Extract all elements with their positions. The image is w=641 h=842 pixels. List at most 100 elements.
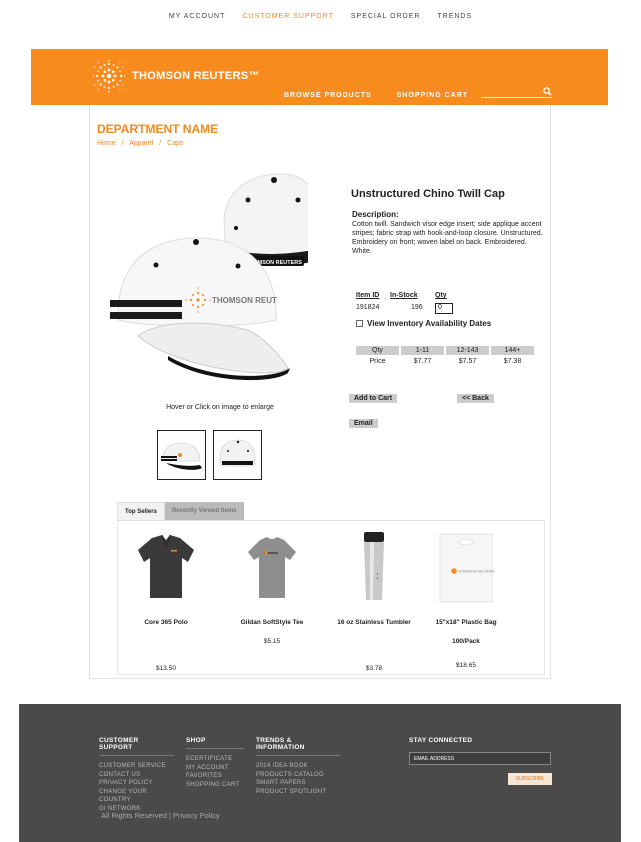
footer-link[interactable]: PRODUCTS CATALOG: [256, 771, 341, 780]
qty-header: Qty: [435, 292, 447, 299]
footer-col-shop: SHOP ECERTIFICATE MY ACCOUNT FAVORITES S…: [186, 737, 244, 789]
item-name: 15"x18" Plastic Bag: [435, 619, 497, 626]
in-stock-header: In-Stock: [390, 292, 418, 299]
svg-text:✦ ✦: ✦ ✦: [375, 572, 380, 580]
add-to-cart-button[interactable]: Add to Cart: [349, 394, 398, 403]
subscribe-button[interactable]: SUBSCRIBE: [508, 773, 552, 785]
tab-recently-viewed[interactable]: Recently Viewed Items: [164, 502, 244, 520]
nav-browse-products[interactable]: BROWSE PRODUCTS: [284, 92, 372, 99]
description-label: Description:: [352, 210, 399, 219]
footer-link[interactable]: CONTACT US: [99, 771, 174, 780]
back-button[interactable]: << Back: [457, 394, 494, 403]
breadcrumb-caps[interactable]: Caps: [167, 140, 183, 147]
footer-copyright[interactable]: All Rights Reserved | Privacy Policy: [101, 811, 220, 820]
availability-checkbox[interactable]: [356, 320, 363, 327]
bag-label: THOMSON REUTERS: [458, 570, 495, 574]
nav-special-order[interactable]: SPECIAL ORDER: [351, 13, 421, 20]
nav-customer-support[interactable]: CUSTOMER SUPPORT: [242, 13, 334, 20]
thumbnail-front[interactable]: [157, 430, 206, 480]
enlarge-hint: Hover or Click on image to enlarge: [166, 404, 274, 411]
top-nav: MY ACCOUNT CUSTOMER SUPPORT SPECIAL ORDE…: [0, 13, 641, 20]
price-header-tier3: 144+: [491, 346, 534, 355]
breadcrumb-separator: /: [159, 140, 162, 147]
cap-front-thumbnail: [161, 442, 202, 470]
footer-col-support: CUSTOMER SUPPORT CUSTOMER SERVICE CONTAC…: [99, 737, 174, 814]
search-input[interactable]: [481, 93, 539, 104]
footer-link[interactable]: CUSTOMER SERVICE: [99, 762, 174, 771]
breadcrumb-separator: /: [121, 140, 124, 147]
footer-link[interactable]: CHANGE YOUR COUNTRY: [99, 788, 174, 805]
price-table: Qty 1-11 12-143 144+ Price $7.77 $7.57 $…: [354, 346, 536, 368]
breadcrumb-home[interactable]: Home: [97, 140, 116, 147]
availability-label: View Inventory Availability Dates: [367, 319, 492, 328]
price-tier1: $7.77: [413, 358, 432, 365]
email-button[interactable]: Email: [349, 419, 378, 428]
department-title: DEPARTMENT NAME: [97, 122, 219, 136]
breadcrumb: Home / Apparel / Caps: [97, 140, 188, 147]
footer-col-trends: TRENDS & INFORMATION 2014 IDEA BOOK PROD…: [256, 737, 341, 796]
price-header-tier1: 1-11: [401, 346, 444, 355]
item-pack: 100/Pack: [452, 638, 480, 645]
breadcrumb-apparel[interactable]: Apparel: [129, 140, 153, 147]
top-seller-item[interactable]: Gildan SoftStyle Tee $5.15: [224, 530, 320, 675]
tab-top-sellers[interactable]: Top Sellers: [117, 502, 165, 520]
cap-logo-text: THOMSON REUT: [212, 296, 277, 305]
tumbler-image: ✦ ✦: [364, 532, 384, 600]
price-tier3: $7.38: [503, 358, 522, 365]
footer-heading: CUSTOMER SUPPORT: [99, 737, 174, 756]
top-seller-item[interactable]: THOMSON REUTERS 15"x18" Plastic Bag 100/…: [418, 530, 514, 675]
product-title: Unstructured Chino Twill Cap: [351, 188, 505, 200]
footer-link[interactable]: FAVORITES: [186, 772, 244, 781]
brand-name: THOMSON REUTERS™: [132, 70, 260, 82]
price-header-qty: Qty: [356, 346, 399, 355]
footer-link[interactable]: ECERTIFICATE: [186, 755, 244, 764]
price-tier2: $7.57: [458, 358, 477, 365]
qty-input[interactable]: 0: [435, 303, 453, 314]
in-stock-value: 196: [411, 304, 423, 311]
nav-shopping-cart[interactable]: SHOPPING CART: [397, 92, 468, 99]
nav-my-account[interactable]: MY ACCOUNT: [169, 13, 226, 20]
availability-option[interactable]: View Inventory Availability Dates: [356, 319, 491, 328]
site-header: THOMSON REUTERS™ BROWSE PRODUCTS SHOPPIN…: [31, 49, 608, 105]
item-price: $5.15: [263, 638, 281, 645]
item-name: 16 oz Stainless Tumbler: [337, 619, 411, 626]
search-bar: [481, 87, 552, 104]
footer-link[interactable]: SMART PAPERS: [256, 779, 341, 788]
item-id-value: 191824: [356, 304, 380, 311]
footer-heading: STAY CONNECTED: [409, 737, 473, 744]
product-tabs: Top Sellers Recently Viewed Items: [117, 502, 244, 520]
tee-shirt-image: [248, 537, 296, 598]
footer-heading: TRENDS & INFORMATION: [256, 737, 341, 756]
search-icon[interactable]: [543, 87, 552, 96]
item-price: $18.65: [456, 662, 476, 669]
footer-link[interactable]: PRODUCT SPOTLIGHT: [256, 788, 341, 797]
footer-heading: SHOP: [186, 737, 244, 749]
price-header-tier2: 12-143: [446, 346, 489, 355]
footer-link[interactable]: MY ACCOUNT: [186, 764, 244, 773]
main-product-image[interactable]: THOMSON REUTERS THOMSON REUT: [108, 170, 308, 385]
site-footer: CUSTOMER SUPPORT CUSTOMER SERVICE CONTAC…: [19, 704, 621, 842]
top-seller-item[interactable]: Core 365 Polo $13.50: [118, 530, 214, 675]
footer-link[interactable]: 2014 IDEA BOOK: [256, 762, 341, 771]
product-content: DEPARTMENT NAME Home / Apparel / Caps TH…: [89, 105, 551, 679]
item-price: $13.50: [156, 665, 176, 672]
footer-link[interactable]: PRIVACY POLICY: [99, 779, 174, 788]
brand-logo[interactable]: THOMSON REUTERS™: [92, 59, 260, 93]
newsletter-email-field[interactable]: EMAIL ADDRESS: [409, 752, 551, 765]
nav-trends[interactable]: TRENDS: [437, 13, 472, 20]
item-name: Core 365 Polo: [144, 619, 188, 626]
item-price: $3.78: [365, 665, 383, 672]
plastic-bag-image: THOMSON REUTERS: [439, 533, 495, 603]
item-name: Gildan SoftStyle Tee: [240, 619, 304, 626]
price-row-label: Price: [369, 358, 386, 365]
description-text: Cotton twill. Sandwich visor edge insert…: [352, 221, 543, 255]
thumbnail-back[interactable]: [213, 430, 262, 480]
reuters-dots-icon: [92, 59, 126, 93]
header-nav: BROWSE PRODUCTS SHOPPING CART: [284, 92, 490, 99]
cap-back-thumbnail: [219, 439, 256, 467]
footer-link[interactable]: SHOPPING CART: [186, 781, 244, 790]
top-sellers-panel: Core 365 Polo $13.50 Gildan SoftStyle Te…: [117, 520, 545, 675]
item-id-header: Item ID: [356, 292, 380, 299]
top-seller-item[interactable]: ✦ ✦ 16 oz Stainless Tumbler $3.78: [326, 530, 422, 675]
polo-shirt-image: [138, 534, 194, 598]
